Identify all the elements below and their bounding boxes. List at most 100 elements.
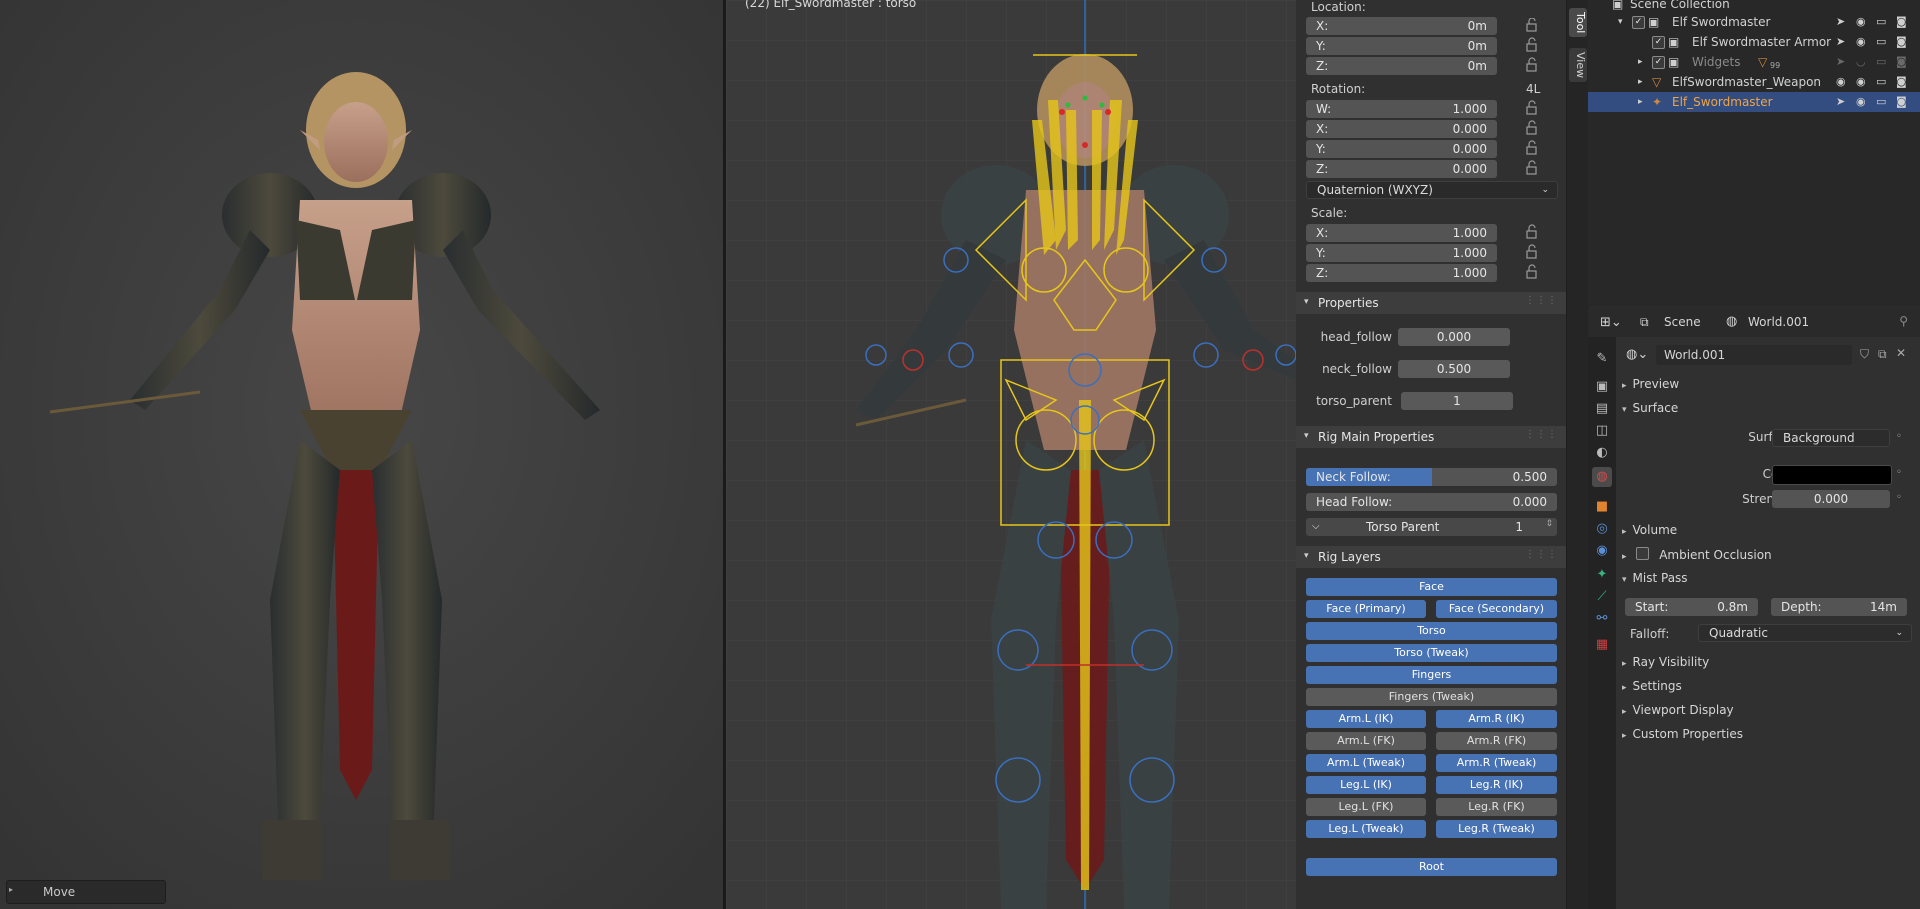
fake-user-icon[interactable]: ⛉	[1860, 347, 1869, 362]
pin-icon[interactable]: ⚲	[1899, 314, 1908, 328]
section-ray-visibility[interactable]: ▸ Ray Visibility	[1622, 655, 1709, 669]
layer-arm-r-fk-button[interactable]: Arm.R (FK)	[1436, 732, 1557, 750]
scene-breadcrumb[interactable]: Scene	[1664, 315, 1701, 329]
layer-arm-l-fk-button[interactable]: Arm.L (FK)	[1306, 732, 1426, 750]
location-y-field[interactable]: Y: 0m	[1306, 37, 1497, 55]
section-mist-pass[interactable]: ▾ Mist Pass	[1622, 571, 1688, 585]
view-layer-tab-icon[interactable]: ◫	[1592, 421, 1612, 441]
section-viewport-display[interactable]: ▸ Viewport Display	[1622, 703, 1734, 717]
section-preview[interactable]: ▸ Preview	[1622, 377, 1679, 391]
scene-tab-icon[interactable]: ◐	[1592, 443, 1612, 463]
expand-triangle-icon[interactable]: ▸	[1638, 97, 1643, 107]
physics-tab-icon[interactable]: ◉	[1592, 541, 1612, 561]
rotation-x-field[interactable]: X: 0.000	[1306, 120, 1497, 138]
location-z-field[interactable]: Z: 0m	[1306, 57, 1497, 75]
object-data-tab-icon[interactable]: ✦	[1592, 565, 1612, 585]
neck-follow-slider[interactable]: Neck Follow: 0.500	[1306, 468, 1557, 486]
checkbox[interactable]: ✓	[1632, 16, 1645, 29]
location-x-field[interactable]: X: 0m	[1306, 17, 1497, 35]
last-operator-panel[interactable]: ▸ Move	[6, 880, 166, 904]
layer-leg-l-tweak-button[interactable]: Leg.L (Tweak)	[1306, 820, 1426, 838]
properties-panel-header[interactable]: ▾ Properties ⋮⋮⋮	[1296, 292, 1566, 314]
layer-leg-l-fk-button[interactable]: Leg.L (FK)	[1306, 798, 1426, 816]
world-color-swatch[interactable]	[1772, 465, 1892, 485]
head-follow-slider[interactable]: Head Follow: 0.000	[1306, 493, 1557, 511]
rotation-z-field[interactable]: Z: 0.000	[1306, 160, 1497, 178]
world-browse-icon[interactable]: ◍⌄	[1626, 347, 1648, 362]
editor-type-icon[interactable]: ⊞⌄	[1600, 315, 1622, 330]
render-viewport[interactable]: ▸ Move	[0, 0, 723, 909]
rig-layers-header[interactable]: ▾ Rig Layers ⋮⋮⋮	[1296, 546, 1566, 568]
checkbox[interactable]: ✓	[1652, 36, 1665, 49]
layer-arm-r-tweak-button[interactable]: Arm.R (Tweak)	[1436, 754, 1557, 772]
world-datablock-selector[interactable]: ◍⌄ World.001 ⛉ ⧉ ✕	[1624, 345, 1914, 365]
modifier-tab-icon[interactable]: ◎	[1592, 519, 1612, 539]
mist-start-field[interactable]: Start: 0.8m	[1625, 598, 1758, 616]
constraint-tab-icon[interactable]: ⚯	[1592, 609, 1612, 629]
section-surface[interactable]: ▾ Surface	[1622, 401, 1678, 415]
tab-view[interactable]: View	[1569, 48, 1587, 83]
torso-parent-dropdown[interactable]: ⌵ Torso Parent 1 ⇕	[1306, 518, 1557, 536]
output-tab-icon[interactable]: ▤	[1592, 399, 1612, 419]
layer-leg-r-tweak-button[interactable]: Leg.R (Tweak)	[1436, 820, 1557, 838]
pose-viewport[interactable]	[726, 0, 1296, 909]
world-tab-icon[interactable]: ◍	[1592, 467, 1612, 487]
layer-arm-l-tweak-button[interactable]: Arm.L (Tweak)	[1306, 754, 1426, 772]
scale-z-field[interactable]: Z: 1.000	[1306, 264, 1497, 282]
texture-tab-icon[interactable]: ▦	[1592, 635, 1612, 655]
layer-leg-l-ik-button[interactable]: Leg.L (IK)	[1306, 776, 1426, 794]
rig-main-properties-header[interactable]: ▾ Rig Main Properties ⋮⋮⋮	[1296, 426, 1566, 448]
stepper-icon[interactable]: ⇕	[1545, 519, 1553, 529]
layer-arm-r-ik-button[interactable]: Arm.R (IK)	[1436, 710, 1557, 728]
tab-tool[interactable]: Tool	[1569, 8, 1587, 38]
layer-face-primary-button[interactable]: Face (Primary)	[1306, 600, 1426, 618]
layer-torso-tweak-button[interactable]: Torso (Tweak)	[1306, 644, 1557, 662]
socket-icon[interactable]: ◦	[1896, 492, 1902, 503]
layer-torso-button[interactable]: Torso	[1306, 622, 1557, 640]
drag-grip-icon[interactable]: ⋮⋮⋮	[1525, 295, 1558, 306]
layer-leg-r-ik-button[interactable]: Leg.R (IK)	[1436, 776, 1557, 794]
world-breadcrumb[interactable]: World.001	[1748, 315, 1809, 329]
outliner-visibility-icons[interactable]: ➤ ◉ ▭ ◙ ➤ ◉ ▭ ◙ ➤ ◡ ▭ ◙ ◉ ◉ ▭ ◙ ➤ ◉ ▭ ◙	[1836, 14, 1920, 112]
armature-viewport-canvas[interactable]	[726, 0, 1296, 909]
collapse-triangle-icon[interactable]: ▾	[1618, 17, 1623, 27]
mist-falloff-dropdown[interactable]: Quadratic ⌄	[1698, 624, 1912, 642]
layer-root-button[interactable]: Root	[1306, 858, 1557, 876]
scale-y-field[interactable]: Y: 1.000	[1306, 244, 1497, 262]
surface-shader-dropdown[interactable]: Background	[1772, 429, 1890, 447]
section-ambient-occlusion[interactable]: ▸ Ambient Occlusion	[1622, 547, 1772, 562]
expand-triangle-icon[interactable]: ▸	[1638, 57, 1643, 67]
tool-tab-icon[interactable]: ✎	[1592, 349, 1612, 369]
bone-tab-icon[interactable]: ⟋	[1592, 587, 1612, 607]
layer-fingers-tweak-button[interactable]: Fingers (Tweak)	[1306, 688, 1557, 706]
socket-icon[interactable]: ◦	[1896, 431, 1902, 442]
transform-lock-icons[interactable]	[1524, 18, 1540, 284]
mist-depth-field[interactable]: Depth: 14m	[1771, 598, 1907, 616]
layer-face-button[interactable]: Face	[1306, 578, 1557, 596]
duplicate-icon[interactable]: ⧉	[1878, 347, 1887, 362]
section-volume[interactable]: ▸ Volume	[1622, 523, 1677, 537]
rotation-y-field[interactable]: Y: 0.000	[1306, 140, 1497, 158]
checkbox[interactable]: ✓	[1652, 56, 1665, 69]
ambient-occlusion-checkbox[interactable]	[1636, 547, 1650, 560]
object-tab-icon[interactable]: ■	[1592, 497, 1612, 517]
layer-face-secondary-button[interactable]: Face (Secondary)	[1436, 600, 1557, 618]
drag-grip-icon[interactable]: ⋮⋮⋮	[1525, 549, 1558, 560]
world-name-field[interactable]: World.001	[1656, 345, 1852, 365]
rotation-w-field[interactable]: W: 1.000	[1306, 100, 1497, 118]
drag-grip-icon[interactable]: ⋮⋮⋮	[1525, 429, 1558, 440]
scale-x-field[interactable]: X: 1.000	[1306, 224, 1497, 242]
section-settings[interactable]: ▸ Settings	[1622, 679, 1682, 693]
neck-follow-field[interactable]: 0.500	[1398, 360, 1510, 378]
strength-field[interactable]: 0.000	[1772, 490, 1890, 508]
socket-icon[interactable]: ◦	[1896, 467, 1902, 478]
layer-arm-l-ik-button[interactable]: Arm.L (IK)	[1306, 710, 1426, 728]
rotation-mode-dropdown[interactable]: Quaternion (WXYZ) ⌄	[1306, 181, 1558, 199]
layer-leg-r-fk-button[interactable]: Leg.R (FK)	[1436, 798, 1557, 816]
layer-fingers-button[interactable]: Fingers	[1306, 666, 1557, 684]
section-custom-properties[interactable]: ▸ Custom Properties	[1622, 727, 1743, 741]
torso-parent-field[interactable]: 1	[1401, 392, 1513, 410]
expand-triangle-icon[interactable]: ▸	[1638, 77, 1643, 87]
head-follow-field[interactable]: 0.000	[1398, 328, 1510, 346]
render-tab-icon[interactable]: ▣	[1592, 377, 1612, 397]
